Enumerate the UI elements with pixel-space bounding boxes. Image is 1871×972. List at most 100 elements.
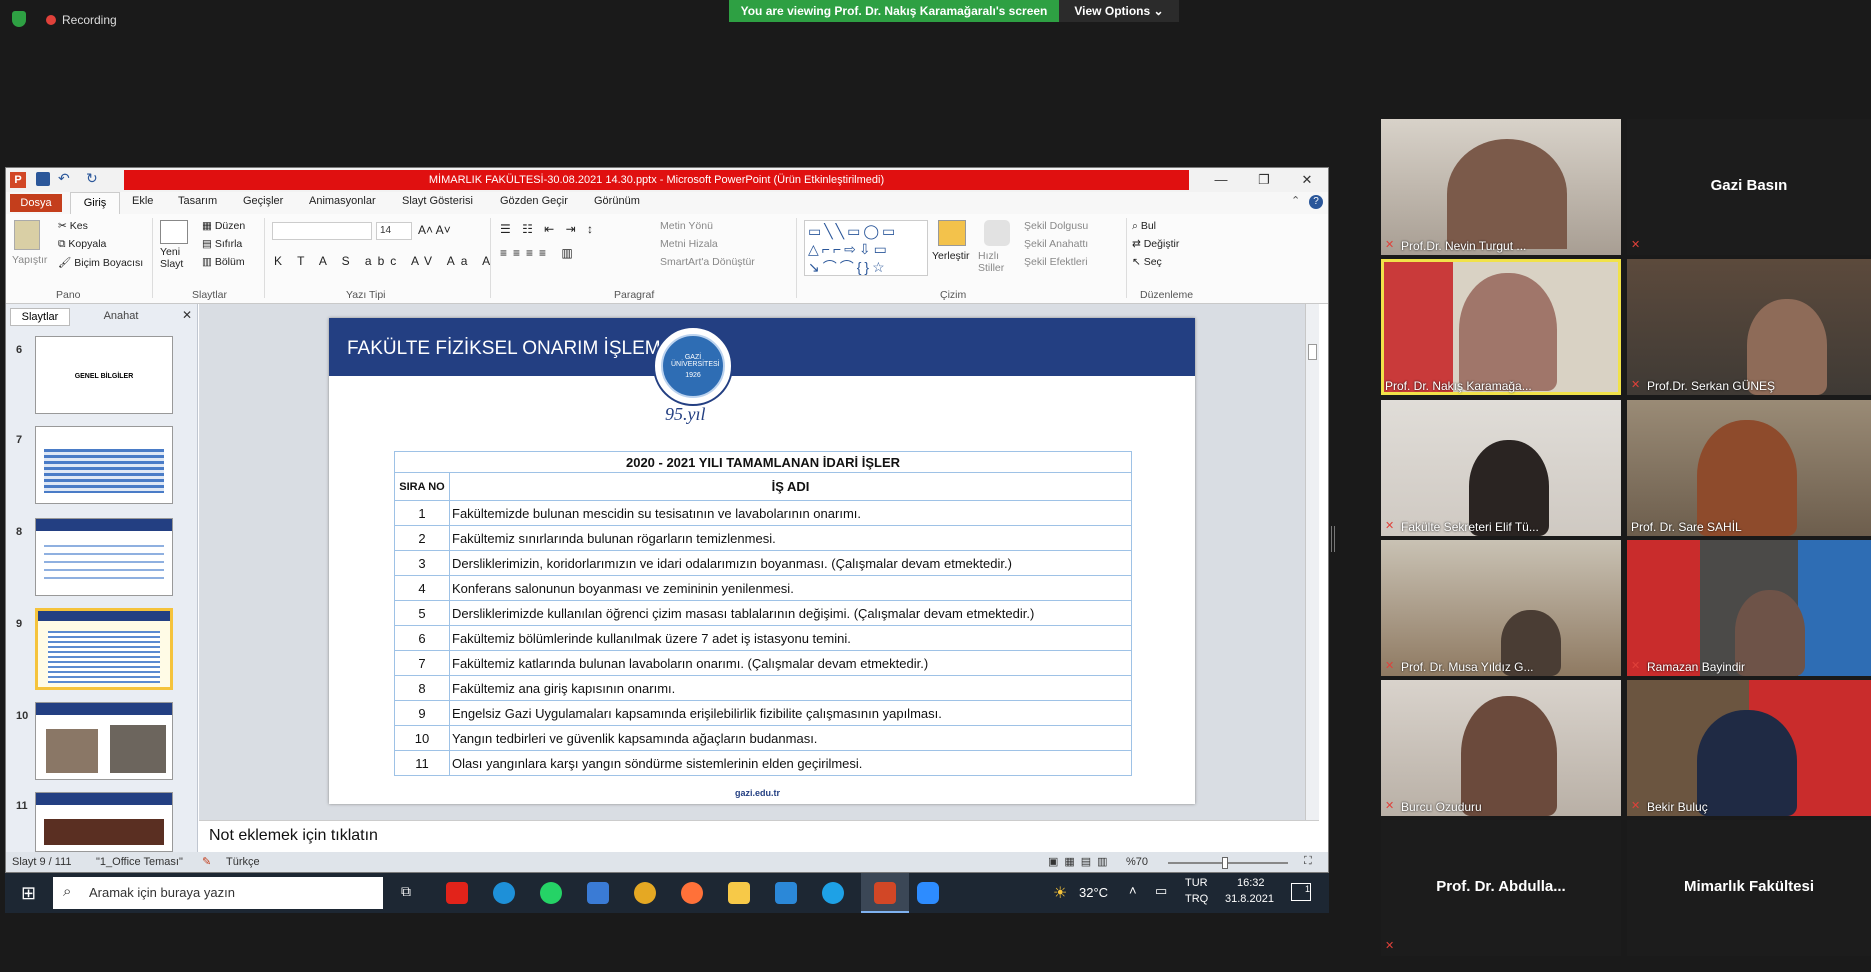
input-lang-bottom[interactable]: TRQ xyxy=(1185,893,1208,905)
paste-icon[interactable] xyxy=(14,220,40,250)
slide-thumbnail[interactable] xyxy=(35,702,173,780)
file-explorer-icon[interactable] xyxy=(728,882,750,904)
undo-icon[interactable]: ↶ xyxy=(58,170,70,187)
collapse-ribbon-icon[interactable]: ⌃ xyxy=(1291,194,1300,207)
tab-slayt-gosterisi[interactable]: Slayt Gösterisi xyxy=(402,195,473,207)
align-buttons[interactable]: ≡≡≡≡ ▥ xyxy=(500,246,579,260)
panel-tab-anahat[interactable]: Anahat xyxy=(76,308,166,326)
text-direction-button[interactable]: Metin Yönü xyxy=(660,220,713,232)
acrobat-icon[interactable] xyxy=(446,882,468,904)
security-shield-icon[interactable] xyxy=(12,11,26,27)
help-icon[interactable]: ? xyxy=(1309,195,1323,209)
weather-temp[interactable]: 32°C xyxy=(1079,885,1108,900)
participant-tile[interactable]: ✕ Ramazan Bayindir xyxy=(1627,540,1871,676)
zoom-slider[interactable] xyxy=(1168,857,1288,869)
align-text-button[interactable]: Metni Hizala xyxy=(660,238,718,250)
windows-start-icon[interactable]: ⊞ xyxy=(21,883,36,904)
tab-gorunum[interactable]: Görünüm xyxy=(594,195,640,207)
section-button[interactable]: ▥ Bölüm xyxy=(202,256,245,268)
format-painter-button[interactable]: 🖌 Biçim Boyacısı xyxy=(58,256,143,269)
fit-slide-icon[interactable]: ⛶ xyxy=(1304,855,1312,868)
font-grow-icon[interactable]: A˄ A˅ xyxy=(418,223,451,237)
language-label[interactable]: Türkçe xyxy=(226,856,260,868)
taskbar-search-box[interactable]: ⌕ Aramak için buraya yazın xyxy=(53,877,383,909)
spellcheck-icon[interactable]: ✎ xyxy=(202,855,211,868)
whatsapp-icon[interactable] xyxy=(540,882,562,904)
font-name-select[interactable] xyxy=(272,222,372,240)
edge-icon[interactable] xyxy=(493,882,515,904)
list-buttons[interactable]: ☰ ☷ ⇤ ⇥ ↕ xyxy=(500,222,597,236)
tab-dosya[interactable]: Dosya xyxy=(10,194,62,212)
smartart-button[interactable]: SmartArt'a Dönüştür xyxy=(660,256,755,268)
slide-thumbnail[interactable]: GENEL BİLGİLER xyxy=(35,336,173,414)
font-size-select[interactable]: 14 xyxy=(376,222,412,240)
cut-button[interactable]: ✂ Kes xyxy=(58,220,88,232)
input-lang-top[interactable]: TUR xyxy=(1185,877,1208,889)
store-icon[interactable] xyxy=(587,882,609,904)
arrange-icon[interactable] xyxy=(938,220,966,246)
zoom-icon[interactable] xyxy=(917,882,939,904)
participant-tile[interactable]: Prof. Dr. Abdulla... ✕ xyxy=(1381,820,1621,956)
view-buttons[interactable]: ▣▦▤▥ xyxy=(1048,855,1114,868)
powerpoint-app-icon[interactable]: P xyxy=(10,172,26,188)
slide-canvas[interactable]: FAKÜLTE FİZİKSEL ONARIM İŞLEMLERİ GAZİ Ü… xyxy=(329,318,1195,804)
notifications-icon[interactable]: 1 xyxy=(1291,883,1311,901)
shape-fill-button[interactable]: Şekil Dolgusu xyxy=(1024,220,1088,232)
quick-styles-icon[interactable] xyxy=(984,220,1010,246)
quick-styles-label[interactable]: Hızlı Stiller xyxy=(978,250,1018,274)
shapes-gallery[interactable]: ▭╲╲▭◯▭ △⌐⌐⇨⇩▭ ↘⌒⌒{}☆ xyxy=(804,220,928,276)
close-button[interactable]: ✕ xyxy=(1287,170,1327,190)
zoom-level[interactable]: %70 xyxy=(1126,856,1148,868)
zoom-slider-thumb[interactable] xyxy=(1222,857,1228,869)
slide-thumbnail[interactable] xyxy=(35,426,173,504)
gallery-splitter-handle[interactable] xyxy=(1331,526,1335,552)
firefox-icon[interactable] xyxy=(681,882,703,904)
participant-tile[interactable]: Mimarlık Fakültesi xyxy=(1627,820,1871,956)
reset-button[interactable]: ▤ Sıfırla xyxy=(202,238,242,250)
tab-tasarim[interactable]: Tasarım xyxy=(178,195,217,207)
participant-tile-active-speaker[interactable]: ✕ Prof. Dr. Nakış Karamağa... xyxy=(1381,259,1621,395)
slide-editor-area[interactable]: FAKÜLTE FİZİKSEL ONARIM İŞLEMLERİ GAZİ Ü… xyxy=(199,304,1319,820)
new-slide-icon[interactable] xyxy=(160,220,188,244)
slide-thumbnail[interactable] xyxy=(35,792,173,852)
shape-outline-button[interactable]: Şekil Anahattı xyxy=(1024,238,1088,250)
vertical-scrollbar[interactable] xyxy=(1305,304,1319,820)
mail-icon[interactable] xyxy=(775,882,797,904)
tab-gecisler[interactable]: Geçişler xyxy=(243,195,283,207)
weather-icon[interactable]: ☀ xyxy=(1053,883,1067,903)
task-view-icon[interactable]: ⧉ xyxy=(401,883,411,900)
internet-explorer-icon[interactable] xyxy=(822,882,844,904)
replace-button[interactable]: ⇄ Değiştir xyxy=(1132,238,1179,250)
panel-close-icon[interactable]: ✕ xyxy=(182,308,192,322)
new-slide-label[interactable]: Yeni Slayt xyxy=(160,246,192,270)
arrange-label[interactable]: Yerleştir xyxy=(932,250,970,262)
clock-time[interactable]: 16:32 xyxy=(1237,877,1265,889)
slide-thumbnail[interactable] xyxy=(35,518,173,596)
notes-pane[interactable]: Not eklemek için tıklatın xyxy=(199,820,1319,852)
chrome-icon[interactable] xyxy=(634,882,656,904)
panel-tab-slaytlar[interactable]: Slaytlar xyxy=(10,308,70,326)
slide-thumbnail-selected[interactable] xyxy=(35,608,173,690)
tray-chevron-icon[interactable]: ˄ xyxy=(1129,883,1137,898)
select-button[interactable]: ↖ Seç xyxy=(1132,256,1162,268)
participant-tile[interactable]: ✕ Burcu Ozuduru xyxy=(1381,680,1621,816)
layout-button[interactable]: ▦ Düzen xyxy=(202,220,245,232)
participant-tile[interactable]: ✕ Bekir Buluç xyxy=(1627,680,1871,816)
redo-icon[interactable]: ↻ xyxy=(86,170,98,187)
find-button[interactable]: ⌕ Bul xyxy=(1132,220,1156,233)
font-format-buttons[interactable]: K T A S abc AV Aa A xyxy=(274,254,496,268)
clock-date[interactable]: 31.8.2021 xyxy=(1225,893,1274,905)
tab-ekle[interactable]: Ekle xyxy=(132,195,153,207)
copy-button[interactable]: ⧉ Kopyala xyxy=(58,238,106,251)
maximize-button[interactable]: ❐ xyxy=(1244,170,1284,190)
taskbar-powerpoint-active[interactable] xyxy=(861,873,909,913)
tab-gozden-gecir[interactable]: Gözden Geçir xyxy=(500,195,568,207)
tab-giris[interactable]: Giriş xyxy=(70,192,120,214)
participant-tile[interactable]: ✕ Prof.Dr. Nevin Turgut ... xyxy=(1381,119,1621,255)
notes-placeholder[interactable]: Not eklemek için tıklatın xyxy=(209,827,378,845)
participant-tile[interactable]: Prof. Dr. Sare SAHİL xyxy=(1627,400,1871,536)
participant-tile[interactable]: Gazi Basın ✕ xyxy=(1627,119,1871,255)
paste-label[interactable]: Yapıştır xyxy=(12,254,47,266)
shape-effects-button[interactable]: Şekil Efektleri xyxy=(1024,256,1088,268)
network-icon[interactable]: ▭ xyxy=(1155,883,1167,899)
